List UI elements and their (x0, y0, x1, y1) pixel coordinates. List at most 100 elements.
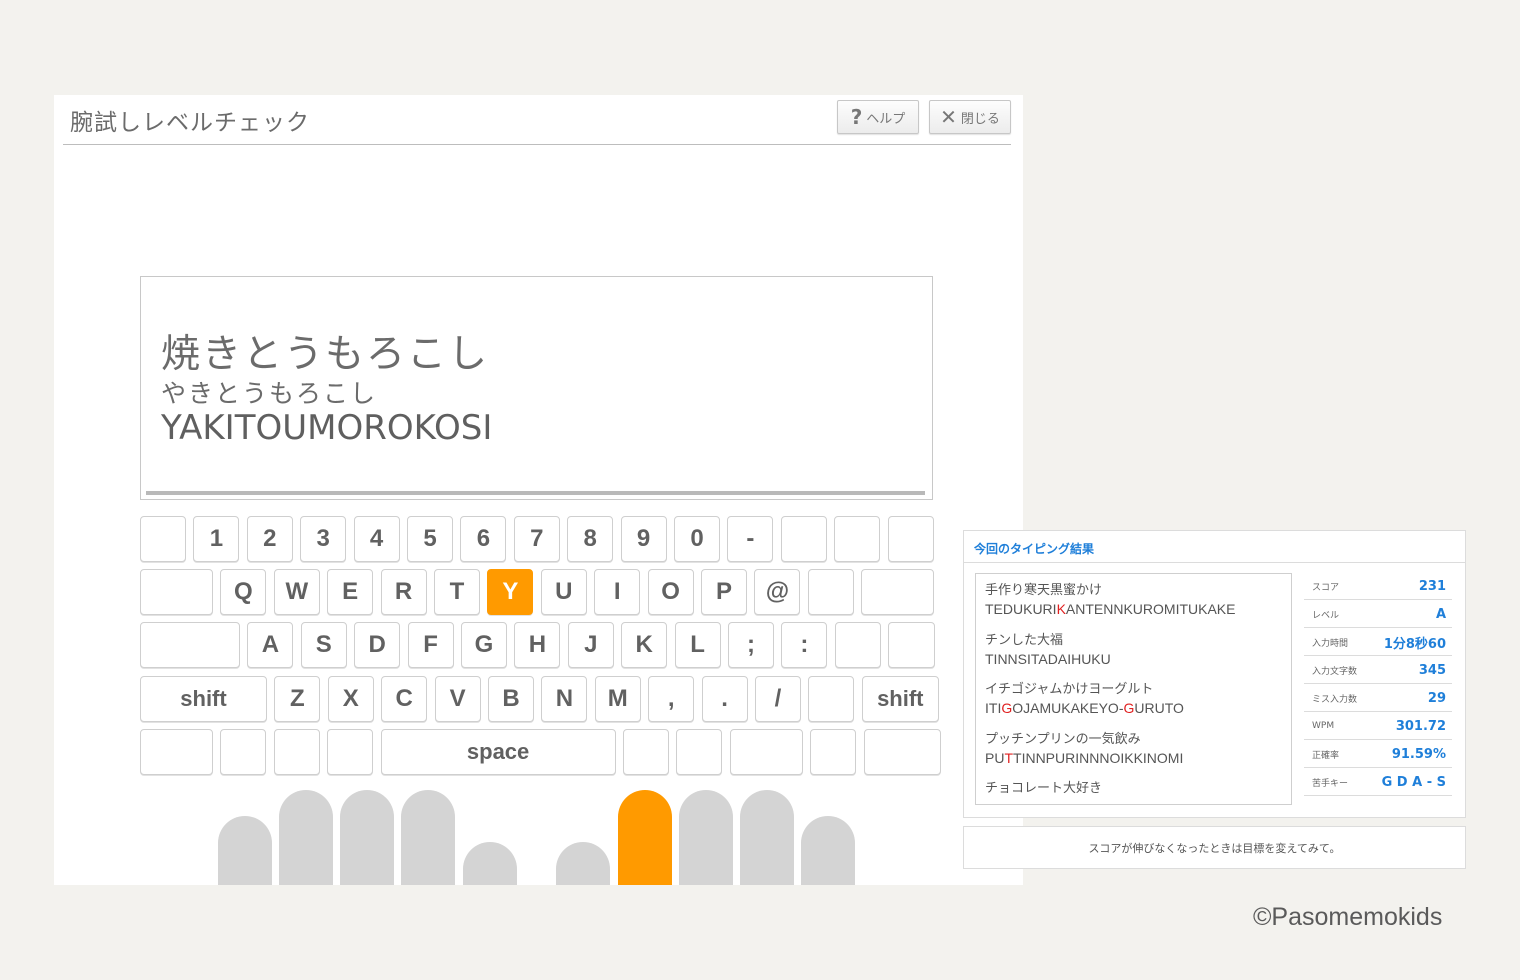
key-m: M (594, 676, 641, 722)
key-w: W (273, 569, 320, 615)
key-at: @ (754, 569, 801, 615)
key-x: X (327, 676, 374, 722)
finger-left-middle (340, 790, 394, 885)
key-h: H (514, 622, 561, 668)
result-title: 今回のタイピング結果 (974, 542, 1095, 556)
typed-chars: TEDUKURI (985, 601, 1057, 617)
stat-value: 345 (1418, 662, 1446, 678)
finger-right-index (618, 790, 672, 885)
key-f: F (407, 622, 454, 668)
finger-right-thumb (556, 842, 610, 885)
page-title: 腕試しレベルチェック (70, 110, 310, 136)
key-blank (807, 569, 854, 615)
word-japanese: チョコレート大好き (985, 781, 1103, 796)
key-blank (834, 622, 881, 668)
key-colon: : (781, 622, 828, 668)
key-blank (623, 729, 669, 775)
typed-chars: ANTENNKUROMITUKAKE (1065, 601, 1236, 617)
typed-chars: OJAMUKAKEYO- (1012, 700, 1124, 716)
word-romaji-typed: ITIGOJAMUKAKEYO-GURUTO (985, 699, 1184, 718)
list-item: チンした大福 TINNSITADAIHUKU (985, 632, 1111, 669)
key-e: E (327, 569, 374, 615)
key-7: 7 (513, 516, 560, 562)
stat-value: A (1435, 606, 1446, 622)
stat-label: 正確率 (1312, 750, 1340, 761)
key-blank (140, 569, 213, 615)
stat-label: ミス入力数 (1312, 694, 1358, 705)
list-item: プッチンプリンの一気飲み PUTTINNPURINNNOIKKINOMI (985, 731, 1183, 768)
stat-row: スコア 231 (1304, 573, 1452, 600)
key-blank (887, 516, 934, 562)
key-d: D (354, 622, 401, 668)
key-q: Q (220, 569, 267, 615)
stat-value: G D A - S (1381, 774, 1446, 790)
key-blank (140, 729, 213, 775)
finger-left-index (401, 790, 455, 885)
key-semicolon: ; (728, 622, 774, 668)
key-4: 4 (353, 516, 400, 562)
stat-row: 入力時間 1分8秒60 (1304, 629, 1452, 656)
stat-row: 正確率 91.59% (1304, 741, 1452, 768)
typed-chars: ITI (985, 700, 1002, 716)
stat-label: 入力文字数 (1312, 666, 1358, 677)
typed-words-list[interactable]: 手作り寒天黒蜜かけ TEDUKURIKANTENNKUROMITUKAKE チンした… (975, 573, 1292, 805)
key-v: V (434, 676, 481, 722)
stat-label: 苦手キー (1312, 778, 1349, 789)
key-u: U (540, 569, 587, 615)
key-shift: shift (140, 676, 267, 722)
finger-right-ring (740, 790, 794, 885)
key-blank (140, 622, 240, 668)
key-9: 9 (620, 516, 667, 562)
key-g: G (461, 622, 507, 668)
key-blank (327, 729, 374, 775)
key-o: O (647, 569, 694, 615)
word-display: 焼きとうもろこし やきとうもろこし YAKITOUMOROKOSI (140, 276, 933, 500)
key-slash: / (755, 676, 801, 722)
key-blank (220, 729, 267, 775)
key-minus: - (727, 516, 774, 562)
word-romaji-typed: TEDUKURIKANTENNKUROMITUKAKE (985, 600, 1235, 619)
key-c: C (381, 676, 428, 722)
finger-left-ring (279, 790, 333, 885)
key-blank (808, 676, 855, 722)
stat-row: 苦手キー G D A - S (1304, 769, 1452, 796)
help-button[interactable]: ? ヘルプ (837, 100, 919, 134)
finger-right-pinky (801, 816, 855, 885)
miss-char: K (1056, 601, 1066, 617)
question-icon: ? (850, 105, 863, 129)
key-j: J (567, 622, 614, 668)
key-n: N (541, 676, 588, 722)
word-japanese: チンした大福 (985, 633, 1064, 648)
key-period: . (701, 676, 748, 722)
word-kanji: 焼きとうもろこし (161, 332, 490, 377)
result-divider (964, 562, 1465, 563)
key-s: S (300, 622, 347, 668)
time-progress-bar (146, 491, 925, 495)
stat-row: レベル A (1304, 601, 1452, 628)
list-item: チョコレート大好き (985, 780, 1102, 798)
miss-char: T (1004, 750, 1014, 766)
key-5: 5 (407, 516, 453, 562)
time-progress-fill (146, 491, 925, 495)
close-button-label: 閉じる (960, 111, 1000, 127)
close-button[interactable]: ✕ 閉じる (929, 100, 1011, 134)
key-1: 1 (193, 516, 240, 562)
key-y: Y (487, 569, 534, 615)
key-blank (780, 516, 827, 562)
key-a: A (247, 622, 294, 668)
finger-right-middle (679, 790, 733, 885)
miss-char: G (1001, 700, 1013, 716)
key-space: space (380, 729, 616, 775)
typed-chars: URUTO (1134, 700, 1184, 716)
help-button-label: ヘルプ (866, 111, 906, 127)
key-blank (861, 569, 935, 615)
word-romaji-typed: PUTTINNPURINNNOIKKINOMI (985, 749, 1183, 768)
word-romaji: YAKITOUMOROKOSI (161, 408, 493, 448)
key-6: 6 (460, 516, 507, 562)
key-blank (888, 622, 936, 668)
key-comma: , (648, 676, 695, 722)
key-l: L (674, 622, 721, 668)
key-0: 0 (674, 516, 720, 562)
stat-row: 入力文字数 345 (1304, 657, 1452, 684)
stat-label: WPM (1312, 721, 1335, 731)
